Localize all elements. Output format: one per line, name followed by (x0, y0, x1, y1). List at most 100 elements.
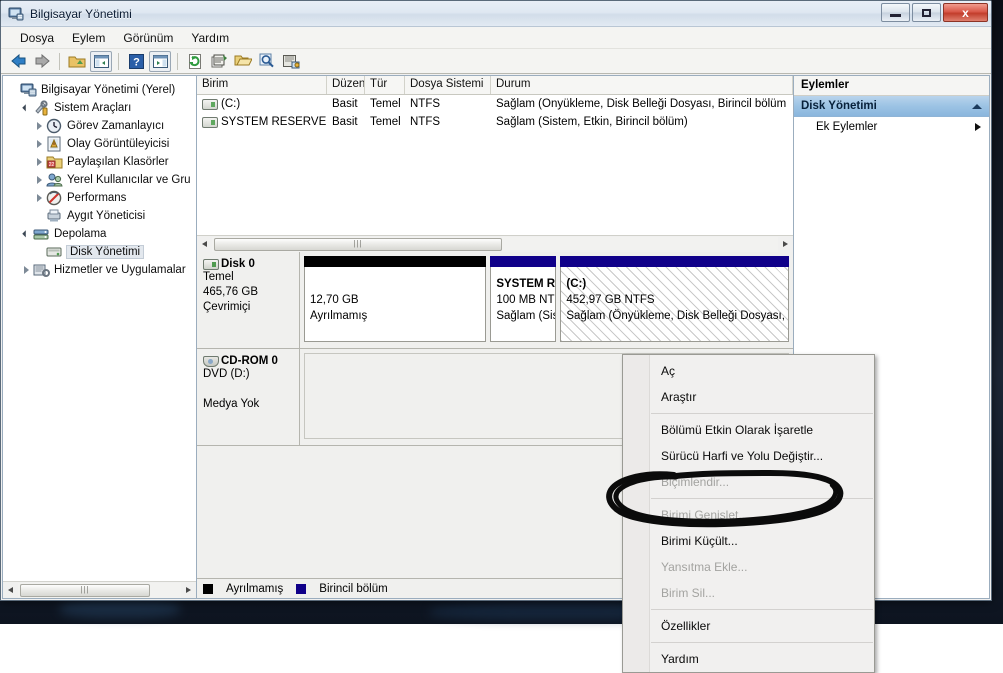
tree-indent-spacer (33, 207, 46, 225)
sidebar-item-label: Performans (67, 192, 126, 204)
chevron-right-icon[interactable] (33, 171, 46, 189)
context-menu-item-s-r-c-harfi-ve-yolu-de-i-tir[interactable]: Sürücü Harfi ve Yolu Değiştir... (623, 443, 874, 469)
sidebar-item-depolama[interactable]: Depolama (7, 225, 196, 243)
forward-arrow-icon[interactable] (31, 51, 53, 72)
chevron-up-icon[interactable] (972, 104, 982, 109)
volume-list-horizontal-scrollbar[interactable]: ||| (197, 235, 793, 252)
sidebar-item-ayg-t-y-neticisi[interactable]: Aygıt Yöneticisi (7, 207, 196, 225)
restore-button[interactable] (912, 3, 941, 22)
chevron-right-icon[interactable] (20, 261, 33, 279)
tree-indent-spacer (7, 81, 20, 99)
menu-separator (651, 642, 873, 643)
scroll-track[interactable]: ||| (18, 583, 181, 598)
search-icon[interactable] (256, 51, 278, 72)
menu-item-yardim[interactable]: Yardım (182, 29, 238, 47)
context-menu-item-yard-m[interactable]: Yardım (623, 646, 874, 672)
minimize-button[interactable] (881, 3, 910, 22)
chevron-right-icon (975, 123, 981, 131)
folder-up-icon[interactable] (66, 51, 88, 72)
sidebar-item-hizmetler-ve-uygulamalar[interactable]: Hizmetler ve Uygulamalar (7, 261, 196, 279)
svg-text:22: 22 (49, 162, 55, 168)
menu-item-gorunum[interactable]: Görünüm (114, 29, 182, 47)
scroll-left-arrow[interactable] (3, 583, 18, 598)
back-arrow-icon[interactable] (7, 51, 29, 72)
sidebar-item-olay-g-r-nt-leyicisi[interactable]: Olay Görüntüleyicisi (7, 135, 196, 153)
scroll-track[interactable]: ||| (212, 237, 778, 252)
table-row[interactable]: (C:)BasitTemelNTFSSağlam (Önyükleme, Dis… (197, 95, 793, 113)
partition-details: 12,70 GBAyrılmamış (304, 267, 486, 342)
actions-group-disk-management[interactable]: Disk Yönetimi (794, 96, 989, 117)
sidebar-item-payla-lan-klas-rler[interactable]: 22Paylaşılan Klasörler (7, 153, 196, 171)
partition-block[interactable]: (C:)452,97 GB NTFSSağlam (Önyükleme, Dis… (560, 256, 789, 342)
open-folder-icon[interactable] (232, 51, 254, 72)
rescan-disks-icon[interactable] (280, 51, 302, 72)
scroll-thumb[interactable]: ||| (20, 584, 150, 597)
help-icon[interactable]: ? (125, 51, 147, 72)
context-menu-item-ara-t-r[interactable]: Araştır (623, 384, 874, 410)
sidebar-item-label: Disk Yönetimi (66, 245, 144, 259)
chevron-down-icon[interactable] (20, 99, 33, 117)
sidebar-item-yerel-kullan-c-lar-ve-gru[interactable]: Yerel Kullanıcılar ve Gru (7, 171, 196, 189)
sidebar-item-disk-y-netimi[interactable]: Disk Yönetimi (7, 243, 196, 261)
column-header-duzen[interactable]: Düzen (327, 76, 365, 94)
refresh-icon[interactable] (184, 51, 206, 72)
show-hide-tree-icon[interactable] (90, 51, 112, 72)
sidebar-item-g-rev-zamanlay-c[interactable]: Görev Zamanlayıcı (7, 117, 196, 135)
menu-bar: Dosya Eylem Görünüm Yardım (1, 27, 991, 49)
sidebar-item-sistem-ara-lar[interactable]: Sistem Araçları (7, 99, 196, 117)
context-menu-item-birimi-geni-let: Birimi Genişlet... (623, 502, 874, 528)
partition-block[interactable]: SYSTEM RES100 MB NTF!Sağlam (Sist (490, 256, 556, 342)
context-menu-item-zellikler[interactable]: Özellikler (623, 613, 874, 639)
action-item-ek-eylemler[interactable]: Ek Eylemler (794, 117, 989, 137)
tree-horizontal-scrollbar[interactable]: ||| (3, 581, 196, 598)
scroll-left-arrow[interactable] (197, 237, 212, 252)
scroll-right-arrow[interactable] (181, 583, 196, 598)
partition-detail-line: Ayrılmamış (310, 308, 485, 324)
chevron-down-icon[interactable] (20, 225, 33, 243)
chevron-right-icon[interactable] (33, 153, 46, 171)
context-menu-item-b-l-m-etkin-olarak-i-aretle[interactable]: Bölümü Etkin Olarak İşaretle (623, 417, 874, 443)
sidebar-item-bilgisayar-y-netimi-yerel[interactable]: Bilgisayar Yönetimi (Yerel) (7, 81, 196, 99)
volume-disk-icon (202, 117, 218, 128)
volume-name: SYSTEM RESERVED (221, 116, 327, 128)
chevron-right-icon[interactable] (33, 189, 46, 207)
partition-color-bar (560, 256, 789, 267)
console-tree-pane: Bilgisayar Yönetimi (Yerel)Sistem Araçla… (2, 75, 196, 599)
disk-title-label: Disk 0 (221, 258, 255, 270)
column-header-durum[interactable]: Durum (491, 76, 793, 94)
context-menu-item-a[interactable]: Aç (623, 358, 874, 384)
chevron-right-icon[interactable] (33, 135, 46, 153)
scroll-thumb[interactable]: ||| (214, 238, 502, 251)
volume-name-cell: (C:) (197, 98, 327, 110)
sidebar-item-performans[interactable]: Performans (7, 189, 196, 207)
disk-info-panel[interactable]: CD-ROM 0DVD (D:) Medya Yok (197, 349, 300, 445)
column-header-tur[interactable]: Tür (365, 76, 405, 94)
disk-info-panel[interactable]: Disk 0Temel465,76 GBÇevrimiçi (197, 252, 300, 348)
title-bar[interactable]: Bilgisayar Yönetimi x (1, 1, 991, 27)
context-menu-item-birimi-k-lt[interactable]: Birimi Küçült... (623, 528, 874, 554)
export-list-icon[interactable] (208, 51, 230, 72)
chevron-right-icon[interactable] (33, 117, 46, 135)
table-row[interactable]: SYSTEM RESERVEDBasitTemelNTFSSağlam (Sis… (197, 113, 793, 131)
partition-detail-line: SYSTEM RES (496, 276, 555, 292)
volume-layout: Basit (327, 98, 365, 110)
show-action-pane-icon[interactable] (149, 51, 171, 72)
actions-pane-title: Eylemler (794, 76, 989, 96)
menu-item-eylem[interactable]: Eylem (63, 29, 114, 47)
disk-detail-line: 465,76 GB (203, 285, 299, 300)
disk-title: CD-ROM 0 (203, 355, 299, 367)
partition-detail-line: Sağlam (Önyükleme, Disk Belleği Dosyası, (566, 308, 788, 324)
window-controls: x (881, 3, 988, 22)
partition-detail-line: 12,70 GB (310, 292, 485, 308)
close-button[interactable]: x (943, 3, 988, 22)
scroll-right-arrow[interactable] (778, 237, 793, 252)
column-header-birim[interactable]: Birim (197, 76, 327, 94)
sidebar-item-label: Aygıt Yöneticisi (67, 210, 145, 222)
column-header-dosya-sistemi[interactable]: Dosya Sistemi (405, 76, 491, 94)
toolbar: ? (1, 49, 991, 74)
menu-item-dosya[interactable]: Dosya (11, 29, 63, 47)
volume-type: Temel (365, 98, 405, 110)
partition-details: SYSTEM RES100 MB NTF!Sağlam (Sist (490, 267, 556, 342)
partition-block[interactable]: 12,70 GBAyrılmamış (304, 256, 486, 342)
context-menu-item-yans-tma-ekle: Yansıtma Ekle... (623, 554, 874, 580)
